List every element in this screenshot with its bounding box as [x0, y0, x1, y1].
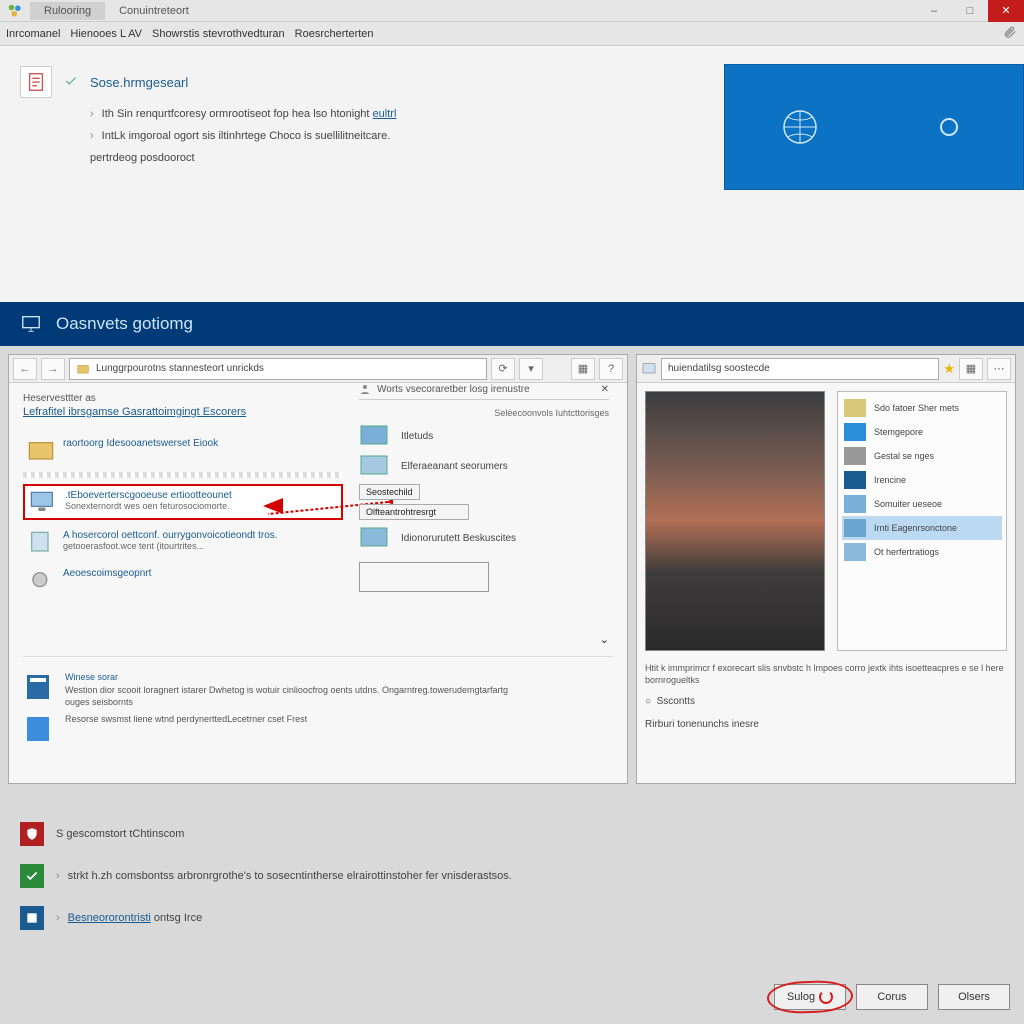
list-item-selected[interactable]: Irnti Eagenrsonctone [842, 516, 1002, 540]
section-link[interactable]: Lefrafitel ibrsgamse Gasrattoimgingt Esc… [23, 406, 246, 418]
refresh-button[interactable]: ⟳ [491, 358, 515, 380]
side-button[interactable]: Seostechild [359, 484, 420, 500]
back-button[interactable]: ← [13, 358, 37, 380]
address-bar[interactable]: Lunggrpourotns stannesteort unrickds [69, 358, 487, 380]
help-button[interactable]: ? [599, 358, 623, 380]
side-item[interactable]: Idionorurutett Beskuscites [359, 526, 609, 550]
control-panel-window: ← → Lunggrpourotns stannesteort unrickds… [8, 354, 628, 784]
menubar: Inrcomanel Hienooes L AV Showrstis stevr… [0, 22, 1024, 46]
step-text: S gescomstort tChtinscom [56, 828, 184, 840]
banner-title: Oasnvets gotiomg [56, 314, 193, 334]
hero-panel [724, 64, 1024, 190]
side-item[interactable]: Elferaeanant seorumers [359, 454, 609, 478]
more-button[interactable]: ⋯ [987, 358, 1011, 380]
manual-icon [23, 713, 55, 745]
footer-text: Rirburi tonenunchs inesre [645, 719, 1007, 730]
list-item[interactable]: Irencine [842, 468, 1002, 492]
book-icon [23, 671, 55, 703]
list-item[interactable]: Gestal se nges [842, 444, 1002, 468]
document-icon [20, 66, 52, 98]
cancel-button[interactable]: Corus [856, 984, 928, 1010]
personalize-sub: Seléecoonvols Iuhtcttorisges [359, 408, 609, 418]
bottom-desc: Westion dior scooit loragnert istarer Dw… [65, 684, 508, 697]
gear-icon [27, 568, 55, 592]
folder-icon [76, 362, 90, 376]
step-description: Ith Sin renqurtfcoresy ormrootiseot fop … [90, 108, 680, 120]
close-button[interactable]: Olsers [938, 984, 1010, 1010]
personalize-header: Worts vsecoraretber losg irenustre ✕ [359, 383, 609, 400]
folder-icon [27, 438, 55, 462]
globe-icon [780, 107, 820, 147]
monitor-icon [29, 490, 57, 514]
check-icon [20, 864, 44, 888]
side-button[interactable]: Olfteantrohtresrgt [359, 504, 469, 520]
menu-item[interactable]: Showrstis stevrothvedturan [152, 28, 285, 40]
menu-item[interactable]: Hienooes L AV [70, 28, 142, 40]
app-logo-icon [6, 2, 24, 20]
picture-icon [641, 361, 657, 377]
save-button[interactable]: Sulog [774, 984, 846, 1010]
wallpaper-preview [645, 391, 825, 651]
lower-steps: S gescomstort tChtinscom strkt h.zh coms… [0, 792, 1024, 960]
shield-icon [20, 822, 44, 846]
toolbar: huiendatilsg soostecde ★ ▦ ⋯ [637, 355, 1015, 383]
theme-list: Sdo fatoer Sher mets Stemgepore Gestal s… [837, 391, 1007, 651]
bottom-desc: ouges seisbornts [65, 696, 508, 709]
paperclip-icon [1002, 25, 1018, 42]
display-settings-window: huiendatilsg soostecde ★ ▦ ⋯ Sdo fatoer … [636, 354, 1016, 784]
dialog-footer: Sulog Corus Olsers [774, 984, 1010, 1010]
step-link[interactable]: Besneororontristi [68, 912, 151, 924]
bottom-title: Winese sorar [65, 671, 508, 684]
step-description: pertrdeog posdooroct [90, 152, 680, 164]
control-panel-item[interactable]: Aeoescoimsgeopnrt [23, 564, 343, 596]
circle-icon [929, 107, 969, 147]
document-icon [27, 530, 55, 554]
list-item[interactable]: Somuiter ueseoe [842, 492, 1002, 516]
step-description: IntLk imgoroal ogort sis iltinhrtege Cho… [90, 130, 680, 142]
step-text: strkt h.zh comsbontss arbronrgrothe's to… [56, 870, 512, 882]
view-button[interactable]: ▦ [571, 358, 595, 380]
person-icon [359, 383, 371, 395]
close-icon[interactable]: ✕ [601, 384, 609, 395]
list-item[interactable]: Ot herfertratiogs [842, 540, 1002, 564]
monitor-icon [20, 313, 42, 335]
view-button[interactable]: ▦ [959, 358, 983, 380]
step-text: Besneororontristi ontsg Irce [56, 912, 202, 924]
bottom-desc: Resorse swsmst liene wtnd perdynerttedLe… [65, 713, 307, 726]
side-item[interactable]: Itletuds [359, 424, 609, 448]
settings-icon [20, 906, 44, 930]
empty-input[interactable] [359, 562, 489, 592]
star-icon[interactable]: ★ [943, 361, 955, 377]
intro-area: Sose.hrmgesearl Ith Sin renqurtfcoresy o… [0, 46, 1024, 302]
dropdown-button[interactable]: ▾ [519, 358, 543, 380]
menu-item[interactable]: Inrcomanel [6, 28, 60, 40]
list-item[interactable]: Stemgepore [842, 420, 1002, 444]
description-text: Htit k immprimcr f exorecart slis snvbst… [645, 663, 1007, 686]
step-title: Sose.hrmgesearl [90, 75, 188, 90]
tab-main[interactable]: Rulooring [30, 2, 105, 20]
intro-link[interactable]: eultrl [373, 108, 397, 120]
window-maximize-button[interactable]: □ [952, 0, 988, 22]
chevron-down-icon[interactable]: ⌄ [600, 633, 609, 646]
menu-item[interactable]: Roesrcherterten [295, 28, 374, 40]
list-item[interactable]: Sdo fatoer Sher mets [842, 396, 1002, 420]
window-minimize-button[interactable]: – [916, 0, 952, 22]
window-close-button[interactable]: ✕ [988, 0, 1024, 22]
spinner-icon [819, 990, 833, 1004]
forward-button[interactable]: → [41, 358, 65, 380]
tab-secondary[interactable]: Conuintreteort [105, 2, 203, 20]
section-banner: Oasnvets gotiomg [0, 302, 1024, 346]
checkmark-icon [64, 74, 78, 91]
radio-option[interactable]: ○ Sscontts [645, 696, 1007, 707]
titlebar: Rulooring Conuintreteort – □ ✕ [0, 0, 1024, 22]
control-panel-item[interactable]: raortoorg Idesooanetswerset Eiook [23, 434, 343, 466]
address-bar[interactable]: huiendatilsg soostecde [661, 358, 939, 380]
control-panel-item[interactable]: A hosercorol oettconf. ourrygonvoicotieo… [23, 526, 343, 558]
toolbar: ← → Lunggrpourotns stannesteort unrickds… [9, 355, 627, 383]
